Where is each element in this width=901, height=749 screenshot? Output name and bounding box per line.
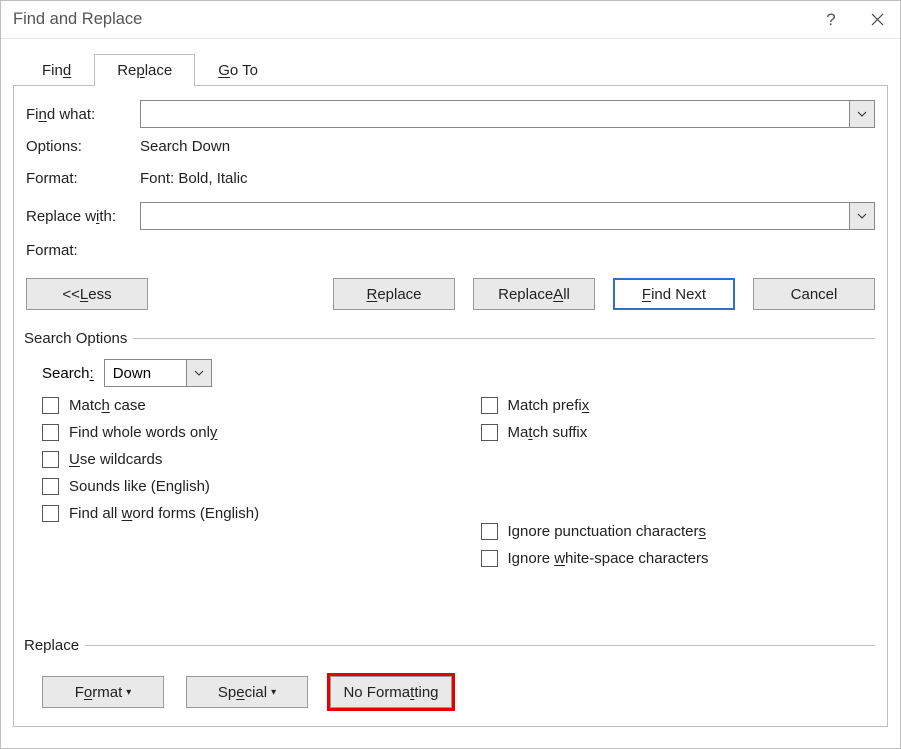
checkbox-icon [42, 478, 59, 495]
search-direction-value: Down [105, 360, 186, 386]
find-what-input[interactable] [141, 101, 849, 127]
match-suffix-checkbox[interactable]: Match suffix [481, 424, 860, 441]
checkbox-icon [42, 424, 59, 441]
tab-find[interactable]: Find [19, 54, 94, 86]
close-button[interactable] [854, 1, 900, 39]
replace-all-button[interactable]: Replace All [473, 278, 595, 310]
replace-group: Replace Format▾ Special▾ No Formatting [26, 637, 875, 708]
main-button-row: << Less Replace Replace All Find Next Ca… [26, 278, 875, 310]
replace-with-combo[interactable] [140, 202, 875, 230]
checkbox-icon [42, 505, 59, 522]
find-what-combo[interactable] [140, 100, 875, 128]
search-options-group: Search Options Search: Down [26, 330, 875, 567]
titlebar: Find and Replace ? [1, 1, 900, 39]
tab-goto[interactable]: Go To [195, 54, 281, 86]
format-menu-button[interactable]: Format▾ [42, 676, 164, 708]
checkbox-icon [481, 523, 498, 540]
search-options-legend: Search Options [24, 330, 133, 347]
find-what-dropdown-icon[interactable] [849, 101, 874, 127]
checkbox-icon [42, 451, 59, 468]
options-value: Search Down [140, 138, 230, 155]
replace-with-input[interactable] [141, 203, 849, 229]
match-prefix-checkbox[interactable]: Match prefix [481, 397, 860, 414]
format-value: Font: Bold, Italic [140, 170, 248, 187]
tabstrip: Find Replace Go To [19, 53, 888, 85]
replace-with-label: Replace with: [26, 208, 140, 225]
help-button[interactable]: ? [808, 1, 854, 39]
replace-group-legend: Replace [24, 637, 85, 654]
options-label: Options: [26, 138, 140, 155]
cancel-button[interactable]: Cancel [753, 278, 875, 310]
find-next-button[interactable]: Find Next [613, 278, 735, 310]
search-direction-label: Search: [42, 365, 94, 382]
checkbox-icon [481, 550, 498, 567]
match-case-checkbox[interactable]: Match case [42, 397, 421, 414]
special-menu-button[interactable]: Special▾ [186, 676, 308, 708]
tab-replace[interactable]: Replace [94, 54, 195, 86]
chevron-down-icon[interactable] [186, 360, 211, 386]
replace-with-dropdown-icon[interactable] [849, 203, 874, 229]
search-direction-select[interactable]: Down [104, 359, 212, 387]
use-wildcards-checkbox[interactable]: Use wildcards [42, 451, 421, 468]
checkbox-icon [481, 424, 498, 441]
sounds-like-checkbox[interactable]: Sounds like (English) [42, 478, 421, 495]
checkbox-icon [42, 397, 59, 414]
find-replace-dialog: Find and Replace ? Find Replace Go To Fi… [0, 0, 901, 749]
ignore-punct-checkbox[interactable]: Ignore punctuation characters [481, 523, 860, 540]
dialog-body: Find Replace Go To Find what: Options: S… [1, 39, 900, 748]
checkbox-icon [481, 397, 498, 414]
find-what-label: Find what: [26, 106, 140, 123]
less-button[interactable]: << Less [26, 278, 148, 310]
window-title: Find and Replace [13, 10, 808, 29]
word-forms-checkbox[interactable]: Find all word forms (English) [42, 505, 421, 522]
replace-button[interactable]: Replace [333, 278, 455, 310]
format-label: Format: [26, 170, 140, 187]
whole-words-checkbox[interactable]: Find whole words only [42, 424, 421, 441]
format2-label: Format: [26, 242, 140, 259]
tab-panel-replace: Find what: Options: Search Down Format: … [13, 85, 888, 727]
no-formatting-button[interactable]: No Formatting [330, 676, 452, 708]
ignore-whitespace-checkbox[interactable]: Ignore white-space characters [481, 550, 860, 567]
